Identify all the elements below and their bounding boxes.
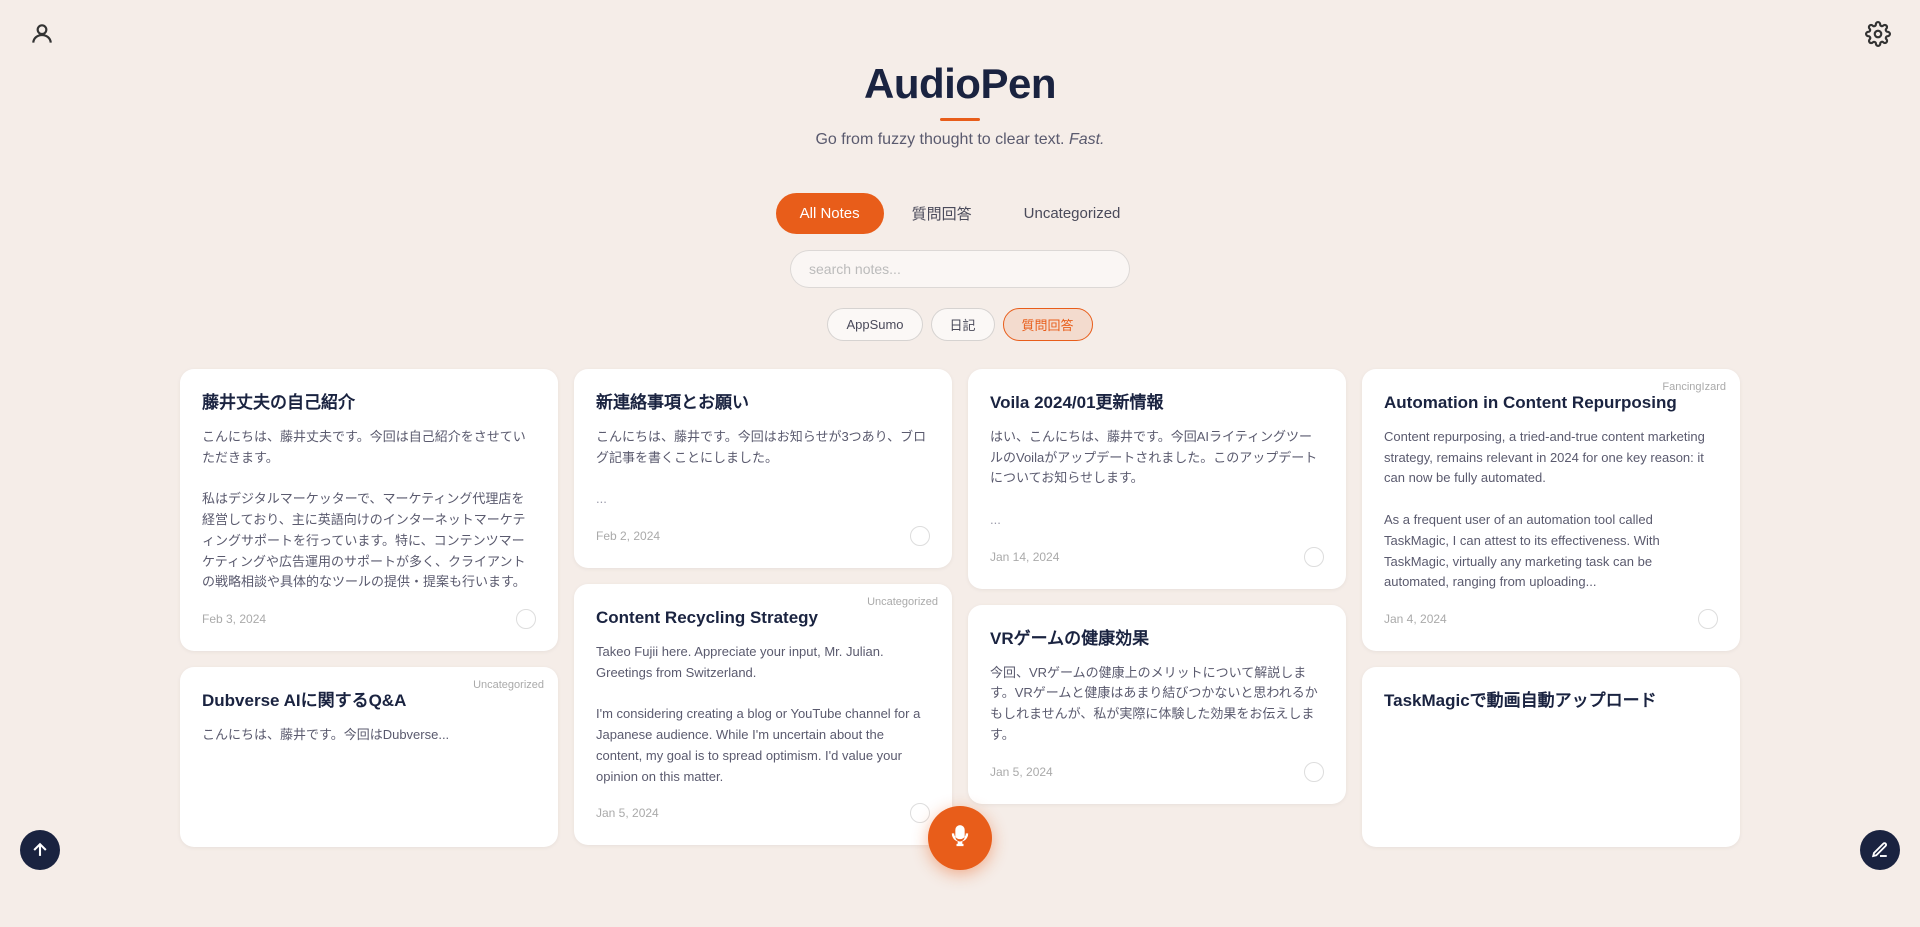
note-footer-5: Jan 5, 2024 [596, 803, 930, 823]
note-label-4: FancingIzard [1662, 381, 1726, 393]
note-label-5: Uncategorized [867, 596, 938, 608]
filter-tag-diary[interactable]: 日記 [931, 308, 995, 341]
note-footer-1: Feb 3, 2024 [202, 609, 536, 629]
subtitle-main: Go from fuzzy thought to clear text. [815, 131, 1064, 148]
note-date-1: Feb 3, 2024 [202, 612, 266, 626]
note-card-2[interactable]: 新連絡事項とお願い こんにちは、藤井です。今回はお知らせが3つあり、ブログ記事を… [574, 369, 952, 568]
app-subtitle: Go from fuzzy thought to clear text. Fas… [0, 131, 1920, 149]
note-body-4: Content repurposing, a tried-and-true co… [1384, 427, 1718, 593]
note-body-6: 今回、VRゲームの健康上のメリットについて解説します。VRゲームと健康はあまり結… [990, 663, 1324, 746]
note-footer-2: Feb 2, 2024 [596, 526, 930, 546]
note-body-3: はい、こんにちは、藤井です。今回AIライティングツールのVoilaがアップデート… [990, 427, 1324, 531]
note-label-7: Uncategorized [473, 679, 544, 691]
note-footer-3: Jan 14, 2024 [990, 547, 1324, 567]
note-card-7[interactable]: Uncategorized Dubverse AIに関するQ&A こんにちは、藤… [180, 667, 558, 847]
note-checkbox-6[interactable] [1304, 762, 1324, 782]
note-card-4[interactable]: FancingIzard Automation in Content Repur… [1362, 369, 1740, 651]
note-card-3[interactable]: Voila 2024/01更新情報 はい、こんにちは、藤井です。今回AIライティ… [968, 369, 1346, 589]
filter-tag-appsumo[interactable]: AppSumo [827, 308, 922, 341]
note-date-4: Jan 4, 2024 [1384, 612, 1447, 626]
note-title-6: VRゲームの健康効果 [990, 627, 1324, 651]
user-icon-button[interactable] [24, 16, 60, 52]
note-body-1: こんにちは、藤井丈夫です。今回は自己紹介をさせていただきます。私はデジタルマーケ… [202, 427, 536, 593]
note-checkbox-4[interactable] [1698, 609, 1718, 629]
upload-icon [30, 840, 50, 860]
note-title-8: TaskMagicで動画自動アップロード [1384, 689, 1718, 713]
search-input[interactable] [790, 250, 1130, 288]
edit-icon [1871, 841, 1889, 859]
note-body-5: Takeo Fujii here. Appreciate your input,… [596, 642, 930, 788]
note-date-5: Jan 5, 2024 [596, 806, 659, 820]
note-card-1[interactable]: 藤井丈夫の自己紹介 こんにちは、藤井丈夫です。今回は自己紹介をさせていただきます… [180, 369, 558, 651]
note-card-8[interactable]: TaskMagicで動画自動アップロード [1362, 667, 1740, 847]
note-card-5[interactable]: Uncategorized Content Recycling Strategy… [574, 584, 952, 845]
note-footer-6: Jan 5, 2024 [990, 762, 1324, 782]
note-checkbox-2[interactable] [910, 526, 930, 546]
note-date-2: Feb 2, 2024 [596, 529, 660, 543]
note-card-6[interactable]: VRゲームの健康効果 今回、VRゲームの健康上のメリットについて解説します。VR… [968, 605, 1346, 804]
upload-button[interactable] [20, 830, 60, 870]
header-divider [940, 118, 980, 121]
note-title-1: 藤井丈夫の自己紹介 [202, 391, 536, 415]
note-date-3: Jan 14, 2024 [990, 550, 1059, 564]
note-body-7: こんにちは、藤井です。今回はDubverse... [202, 725, 536, 746]
note-title-7: Dubverse AIに関するQ&A [202, 689, 536, 713]
edit-button[interactable] [1860, 830, 1900, 870]
note-date-6: Jan 5, 2024 [990, 765, 1053, 779]
note-title-3: Voila 2024/01更新情報 [990, 391, 1324, 415]
tab-qa[interactable]: 質問回答 [888, 193, 996, 234]
filter-tags: AppSumo 日記 質問回答 [0, 308, 1920, 341]
note-title-5: Content Recycling Strategy [596, 606, 930, 630]
note-checkbox-1[interactable] [516, 609, 536, 629]
tab-uncategorized[interactable]: Uncategorized [1000, 193, 1145, 234]
note-title-2: 新連絡事項とお願い [596, 391, 930, 415]
top-bar [0, 0, 1920, 68]
subtitle-italic: Fast. [1069, 131, 1105, 148]
note-checkbox-5[interactable] [910, 803, 930, 823]
note-title-4: Automation in Content Repurposing [1384, 391, 1718, 415]
mic-icon [946, 824, 974, 852]
filter-tag-qa[interactable]: 質問回答 [1003, 308, 1093, 341]
note-footer-4: Jan 4, 2024 [1384, 609, 1718, 629]
settings-icon-button[interactable] [1860, 16, 1896, 52]
note-checkbox-3[interactable] [1304, 547, 1324, 567]
tab-all-notes[interactable]: All Notes [776, 193, 884, 234]
note-body-2: こんにちは、藤井です。今回はお知らせが3つあり、ブログ記事を書くことにしました。… [596, 427, 930, 510]
search-container [0, 250, 1920, 288]
record-button[interactable] [928, 806, 992, 870]
tabs-container: All Notes 質問回答 Uncategorized [0, 193, 1920, 234]
